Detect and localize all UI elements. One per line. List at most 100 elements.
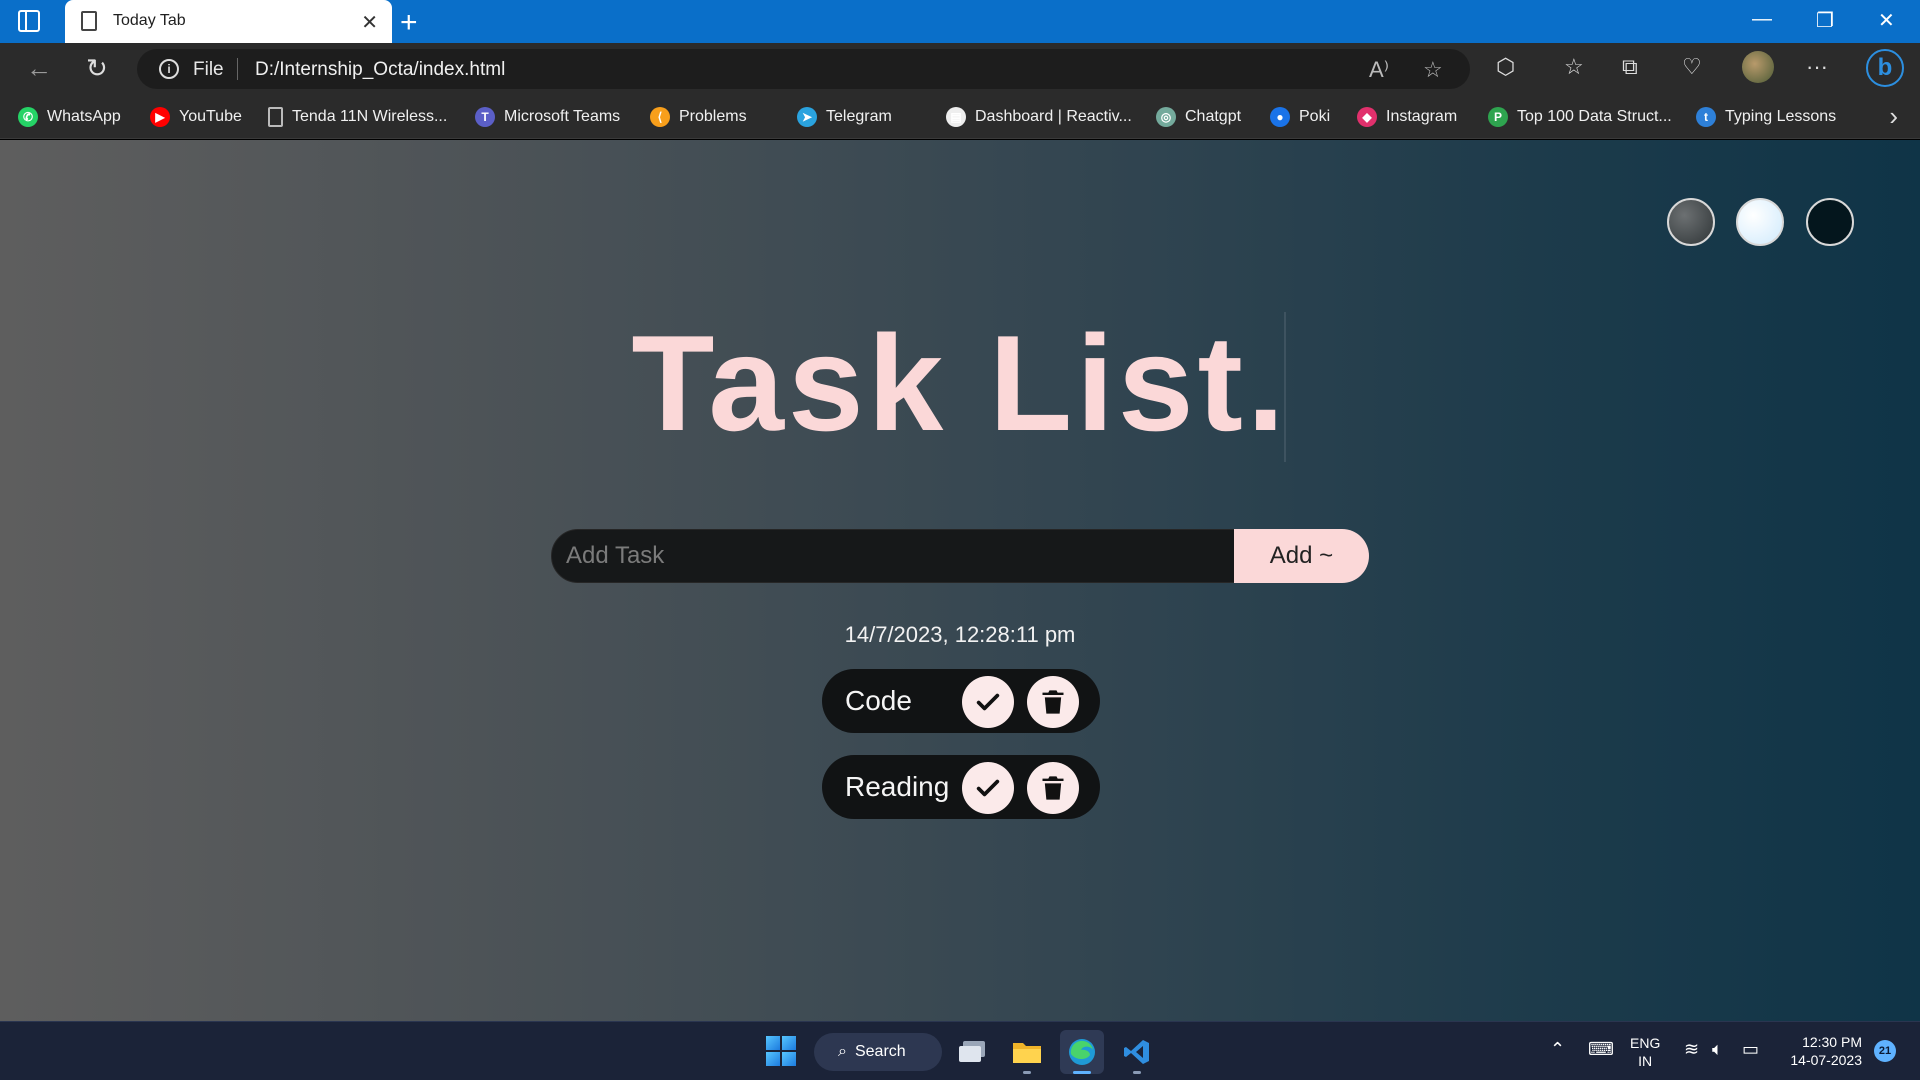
task-label: Reading [845, 771, 950, 802]
minimize-button[interactable]: — [1752, 8, 1772, 31]
bookmark-label: Tenda 11N Wireless... [292, 108, 448, 125]
keyboard-icon[interactable]: ⌨ [1588, 1039, 1614, 1060]
clock-time: 12:30 PM [1802, 1034, 1862, 1050]
region-code: IN [1638, 1053, 1653, 1069]
bookmark-instagram[interactable]: ◆ Instagram [1357, 105, 1457, 129]
document-icon [81, 11, 97, 31]
clock-date: 14-07-2023 [1790, 1052, 1862, 1068]
more-menu-icon[interactable]: ··· [1806, 54, 1828, 80]
chevron-up-icon[interactable]: ⌃ [1550, 1039, 1565, 1060]
file-explorer-icon[interactable] [1005, 1030, 1049, 1074]
telegram-icon: ➤ [797, 107, 817, 127]
delete-task-button[interactable] [1027, 676, 1079, 728]
delete-task-button[interactable] [1027, 762, 1079, 814]
bookmark-poki[interactable]: ● Poki [1270, 105, 1330, 129]
whatsapp-icon: ✆ [18, 107, 38, 127]
complete-task-button[interactable] [962, 762, 1014, 814]
task-view-icon[interactable] [950, 1030, 994, 1074]
bing-copilot-icon[interactable]: b [1866, 49, 1904, 87]
url-text[interactable]: D:/Internship_Octa/index.html [255, 59, 505, 81]
bookmark-label: Instagram [1386, 108, 1458, 125]
favorite-star-icon[interactable]: ☆ [1423, 57, 1443, 83]
vscode-icon[interactable] [1115, 1030, 1159, 1074]
info-icon[interactable]: i [159, 59, 179, 79]
page-content: Task List. Add ~ 14/7/2023, 12:28:11 pm … [0, 140, 1920, 1021]
add-task-form: Add ~ [551, 529, 1369, 583]
task-input[interactable] [551, 529, 1237, 583]
add-button[interactable]: Add ~ [1234, 529, 1369, 583]
page-title: Task List. [631, 307, 1289, 459]
collections-icon[interactable]: ⧉ [1622, 54, 1638, 80]
bookmark-label: Poki [1299, 108, 1331, 125]
bookmark-youtube[interactable]: ▶ YouTube [150, 105, 242, 129]
windows-start-icon[interactable] [766, 1036, 796, 1066]
tab-close-icon[interactable]: ✕ [361, 10, 378, 35]
trash-icon [1042, 690, 1064, 714]
youtube-icon: ▶ [150, 107, 170, 127]
avatar[interactable] [1742, 51, 1774, 83]
instagram-icon: ◆ [1357, 107, 1377, 127]
dashboard-icon: ▤ [946, 107, 966, 127]
bookmark-chatgpt[interactable]: ◎ Chatgpt [1156, 105, 1241, 129]
restore-button[interactable]: ❐ [1816, 8, 1834, 33]
volume-muted-icon[interactable]: 🔈︎ [1712, 1039, 1723, 1060]
language-code: ENG [1630, 1035, 1661, 1051]
address-bar[interactable]: i File D:/Internship_Octa/index.html A⁾ … [137, 49, 1470, 89]
checkmark-icon [976, 779, 1000, 797]
typing-icon: t [1696, 107, 1716, 127]
complete-task-button[interactable] [962, 676, 1014, 728]
bookmark-label: Typing Lessons [1725, 108, 1837, 125]
bookmark-problems[interactable]: ⟨ Problems [650, 105, 747, 129]
close-window-button[interactable]: ✕ [1878, 8, 1895, 33]
teams-icon: T [475, 107, 495, 127]
chevron-right-icon[interactable]: › [1889, 101, 1898, 132]
bookmark-microsoft-teams[interactable]: T Microsoft Teams [475, 105, 620, 129]
bookmark-typing-lessons[interactable]: t Typing Lessons [1696, 105, 1836, 129]
read-aloud-icon[interactable]: A⁾ [1369, 57, 1389, 83]
new-tab-button[interactable]: + [400, 6, 418, 40]
taskbar-clock[interactable]: 12:30 PM 14-07-2023 [1780, 1033, 1862, 1069]
taskbar-search-button[interactable]: ⌕ Search [814, 1033, 942, 1071]
search-icon: ⌕ [838, 1043, 847, 1060]
favorites-icon[interactable]: ☆ [1564, 54, 1584, 80]
theme-dot-dark[interactable] [1806, 198, 1854, 246]
current-datetime: 14/7/2023, 12:28:11 pm [844, 622, 1076, 647]
bookmark-label: Problems [679, 108, 747, 125]
refresh-icon[interactable]: ↻ [86, 53, 108, 84]
wifi-icon[interactable]: ≋ [1684, 1039, 1699, 1060]
leetcode-icon: ⟨ [650, 107, 670, 127]
browser-essentials-icon[interactable]: ♡ [1682, 54, 1702, 80]
bookmark-label: Chatgpt [1185, 108, 1242, 125]
bookmark-telegram[interactable]: ➤ Telegram [797, 105, 892, 129]
tab-today-task[interactable]: Today Tab ✕ [65, 0, 392, 43]
browser-title-bar: Today Tab ✕ + — ❐ ✕ [0, 0, 1920, 43]
divider [237, 58, 238, 80]
bookmark-dashboard-reactiv[interactable]: ▤ Dashboard | Reactiv... [946, 105, 1132, 129]
browser-toolbar: ← ↻ i File D:/Internship_Octa/index.html… [0, 43, 1920, 95]
bookmark-label: Top 100 Data Struct... [1517, 108, 1672, 125]
back-arrow-icon[interactable]: ← [26, 53, 52, 84]
scheme-label: File [193, 59, 224, 80]
theme-dot-light[interactable] [1736, 198, 1784, 246]
edge-browser-icon[interactable] [1060, 1030, 1104, 1074]
text-caret [1284, 312, 1286, 462]
tab-title: Today Tab [113, 12, 186, 29]
search-label: Search [854, 1043, 906, 1060]
task-label: Code [845, 685, 912, 716]
guide-icon: P [1488, 107, 1508, 127]
bookmark-label: YouTube [179, 108, 242, 125]
bookmark-tenda-11n-wireless[interactable]: Tenda 11N Wireless... [268, 105, 447, 129]
windows-taskbar: ⌕ Search ⌃ ⌨ ENG IN ≋ 🔈︎ ▭ 12:30 PM 14-0… [0, 1021, 1920, 1080]
bookmark-label: Telegram [826, 108, 892, 125]
bookmark-label: Microsoft Teams [504, 108, 621, 125]
bookmark-label: Dashboard | Reactiv... [975, 108, 1132, 125]
language-indicator[interactable]: ENG IN [1630, 1034, 1660, 1070]
bookmark-whatsapp[interactable]: ✆ WhatsApp [18, 105, 121, 129]
bookmark-top-100-data-struct[interactable]: P Top 100 Data Struct... [1488, 105, 1672, 129]
sidebar-panel-icon[interactable] [18, 10, 40, 32]
chatgpt-icon: ◎ [1156, 107, 1176, 127]
notification-badge[interactable]: 21 [1874, 1040, 1896, 1062]
extensions-icon[interactable]: ⬡ [1496, 54, 1515, 80]
theme-dot-gray[interactable] [1667, 198, 1715, 246]
battery-icon[interactable]: ▭ [1742, 1039, 1759, 1060]
